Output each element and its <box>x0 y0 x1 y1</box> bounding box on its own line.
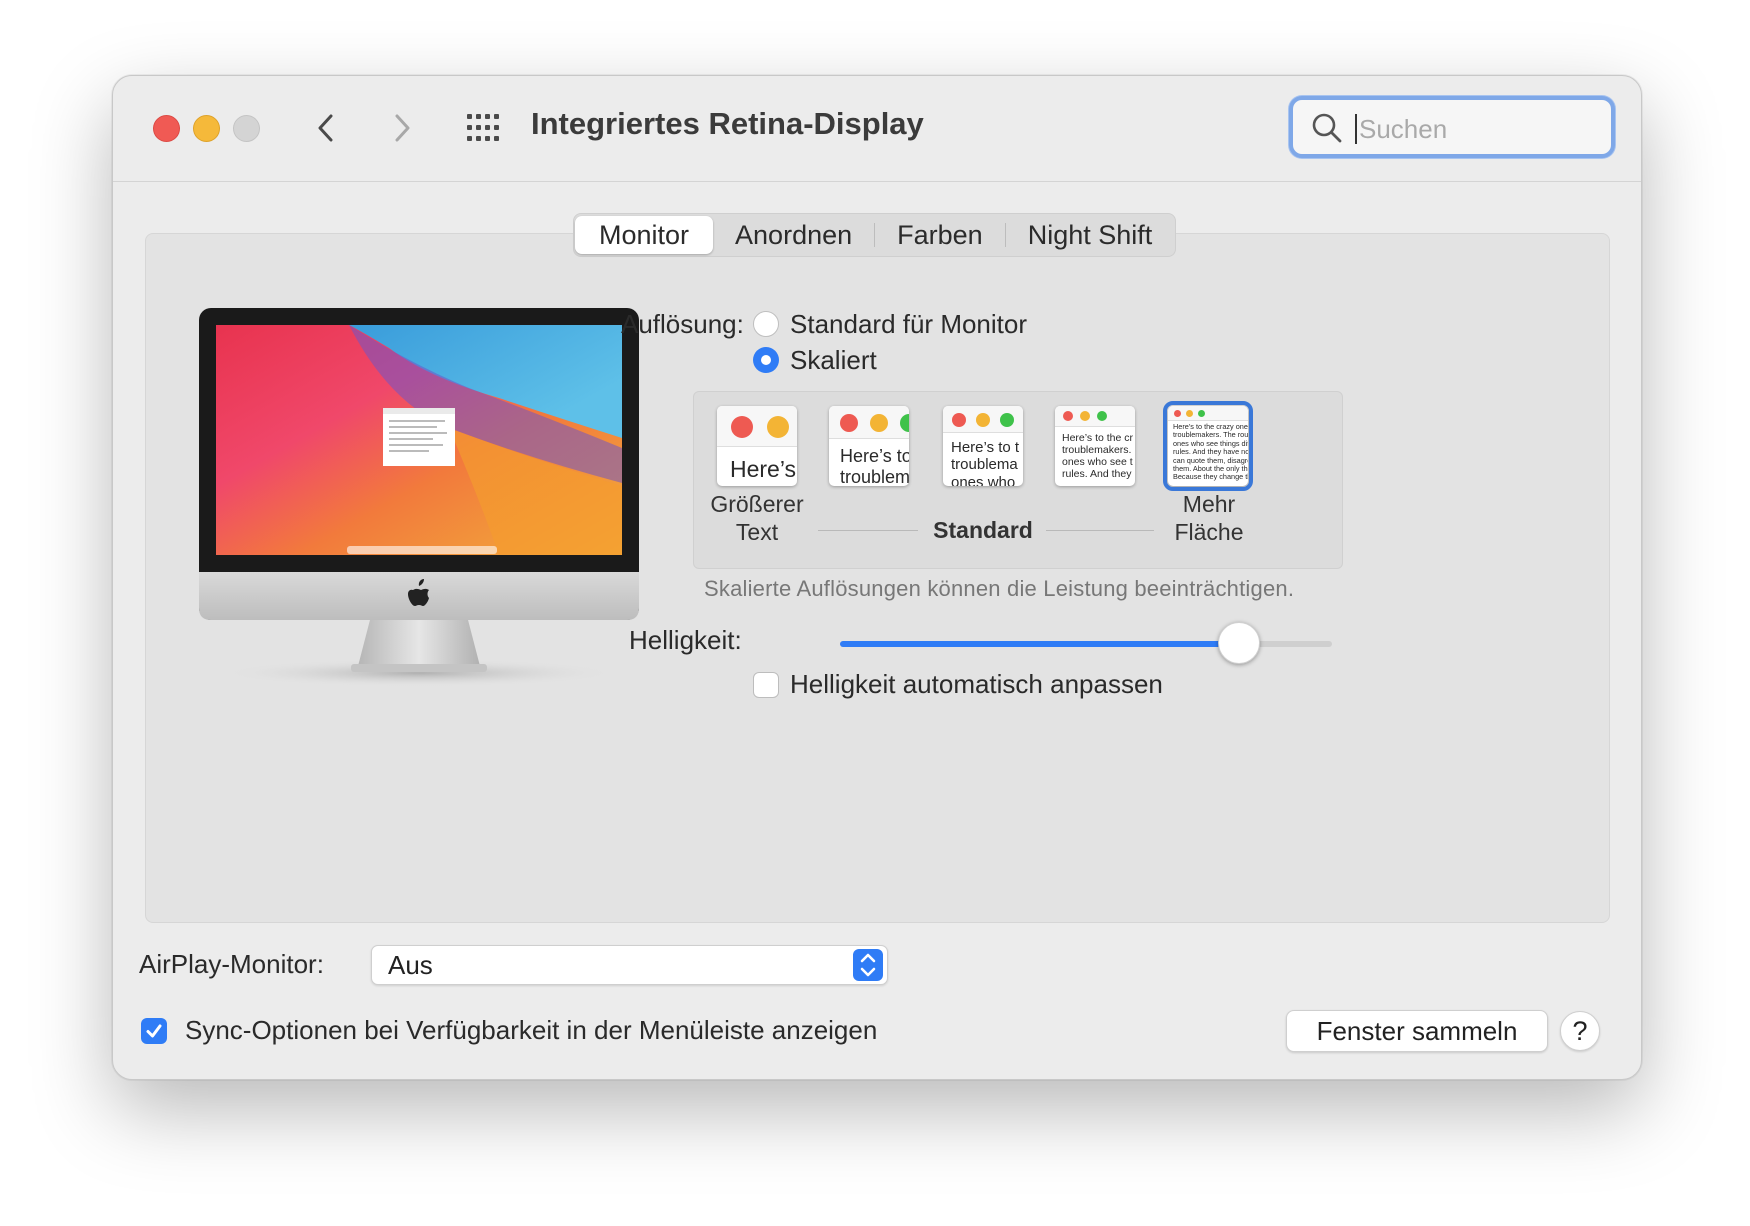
window-title: Integriertes Retina-Display <box>531 106 924 141</box>
system-preferences-window: Integriertes Retina-Display Monitor Anor… <box>112 75 1642 1080</box>
scale-option-4[interactable]: Here’s to the cr troublemakers. ones who… <box>1055 406 1135 486</box>
airplay-select[interactable]: Aus <box>371 945 888 985</box>
imac-illustration <box>199 308 639 688</box>
scale-option-2[interactable]: Here’s to troublem <box>829 406 909 486</box>
scale-option-standard[interactable]: Here’s to t troublema ones who <box>943 406 1023 486</box>
forward-chevron-icon[interactable] <box>383 110 419 146</box>
scaling-hint: Skalierte Auflösungen können die Leistun… <box>704 576 1295 601</box>
resolution-label: Auflösung: <box>621 309 744 339</box>
auto-brightness-label[interactable]: Helligkeit automatisch anpassen <box>790 669 1163 700</box>
airplay-select-value: Aus <box>388 950 433 980</box>
tab-anordnen[interactable]: Anordnen <box>713 216 874 254</box>
tab-night-shift[interactable]: Night Shift <box>1006 216 1175 254</box>
scaling-options: Here’s Here’s to troublem Here’s to t tr… <box>693 391 1343 569</box>
help-button[interactable]: ? <box>1560 1011 1600 1051</box>
brightness-label: Helligkeit: <box>629 625 742 655</box>
radio-scaled-label[interactable]: Skaliert <box>790 345 877 376</box>
scale-sample-text: Here’s to the crazy one troublemakers. T… <box>1173 422 1248 482</box>
brightness-slider[interactable] <box>840 622 1332 664</box>
scale-option-larger-text[interactable]: Here’s <box>717 406 797 486</box>
scale-left-label: Größerer Text <box>710 491 804 545</box>
scale-mid-label: Standard <box>933 517 1033 543</box>
tab-monitor[interactable]: Monitor <box>575 216 714 254</box>
auto-brightness-checkbox[interactable] <box>753 672 779 698</box>
scale-sample-text: Here’s to the cr troublemakers. ones who… <box>1062 432 1134 481</box>
scale-right-label: Mehr Fläche <box>1174 491 1244 545</box>
search-icon <box>1311 112 1343 144</box>
scale-sample-text: Here’s <box>730 456 797 482</box>
back-chevron-icon[interactable] <box>309 110 345 146</box>
scale-divider <box>1046 530 1154 531</box>
radio-standard-label[interactable]: Standard für Monitor <box>790 309 1027 340</box>
search-input[interactable] <box>1357 108 1601 150</box>
sync-options-checkbox[interactable] <box>141 1018 167 1044</box>
gather-windows-button[interactable]: Fenster sammeln <box>1286 1010 1548 1052</box>
scale-sample-text: Here’s to troublem <box>840 446 909 486</box>
chevron-updown-icon <box>853 949 883 981</box>
title-bar: Integriertes Retina-Display <box>113 76 1641 182</box>
close-window-button[interactable] <box>153 115 180 142</box>
brightness-slider-fill <box>840 641 1239 647</box>
scale-sample-text: Here’s to t troublema ones who <box>951 439 1020 486</box>
radio-standard[interactable] <box>753 311 779 337</box>
checkmark-icon <box>146 1024 162 1038</box>
zoom-window-button[interactable] <box>233 115 260 142</box>
radio-scaled[interactable] <box>753 347 779 373</box>
search-field[interactable] <box>1289 96 1615 158</box>
minimize-window-button[interactable] <box>193 115 220 142</box>
airplay-label: AirPlay-Monitor: <box>139 949 324 979</box>
brightness-slider-knob[interactable] <box>1217 622 1260 664</box>
show-all-grid-icon[interactable] <box>465 112 503 144</box>
tab-bar: Monitor Anordnen Farben Night Shift <box>573 213 1177 257</box>
scale-option-more-space[interactable]: Here’s to the crazy one troublemakers. T… <box>1163 401 1253 491</box>
scale-divider <box>818 530 918 531</box>
sync-options-label[interactable]: Sync-Optionen bei Verfügbarkeit in der M… <box>185 1015 877 1046</box>
tab-farben[interactable]: Farben <box>875 216 1005 254</box>
